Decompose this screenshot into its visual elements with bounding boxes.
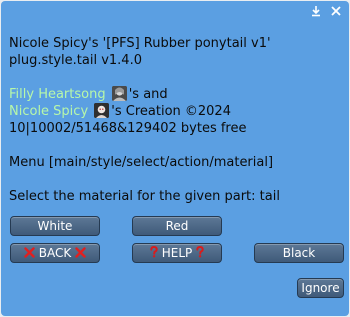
help-button-label: HELP (161, 246, 193, 260)
creator-link-nicole[interactable]: Nicole Spicy (9, 104, 88, 119)
menu-path: Menu [main/style/select/action/material] (9, 155, 274, 170)
close-icon[interactable] (329, 5, 343, 19)
avatar-icon (111, 86, 127, 101)
help-button[interactable]: HELP (132, 243, 222, 263)
dock-icon[interactable] (309, 5, 323, 19)
object-title: Nicole Spicy's '[PFS] Rubber ponytail v1… (9, 36, 271, 51)
memory-status: 10|10002/51468&129402 bytes free (9, 121, 247, 136)
red-button[interactable]: Red (132, 216, 222, 236)
title-bar-buttons (309, 5, 343, 19)
dialog-message: Nicole Spicy's '[PFS] Rubber ponytail v1… (9, 35, 341, 205)
white-button[interactable]: White (10, 216, 100, 236)
avatar-icon (94, 103, 110, 118)
creator-line-1: Filly Heartsong 's and (9, 86, 341, 103)
question-mark-icon (150, 245, 158, 263)
creator-suffix-1: 's and (128, 87, 168, 102)
black-button[interactable]: Black (254, 243, 344, 263)
creator-suffix-2: 's Creation ©2024 (111, 104, 231, 119)
back-button-label: BACK (38, 246, 72, 260)
creator-link-filly[interactable]: Filly Heartsong (9, 87, 106, 102)
dialog-prompt: Select the material for the given part: … (9, 189, 280, 204)
ignore-button[interactable]: Ignore (297, 278, 344, 298)
creator-line-2: Nicole Spicy 's Creation ©2024 (9, 103, 341, 120)
question-mark-icon (196, 245, 204, 263)
back-button[interactable]: BACK (10, 243, 100, 263)
cross-mark-icon (24, 245, 35, 263)
plugin-version: plug.style.tail v1.4.0 (9, 53, 142, 68)
script-dialog: Nicole Spicy's '[PFS] Rubber ponytail v1… (1, 1, 349, 316)
cross-mark-icon (75, 245, 86, 263)
